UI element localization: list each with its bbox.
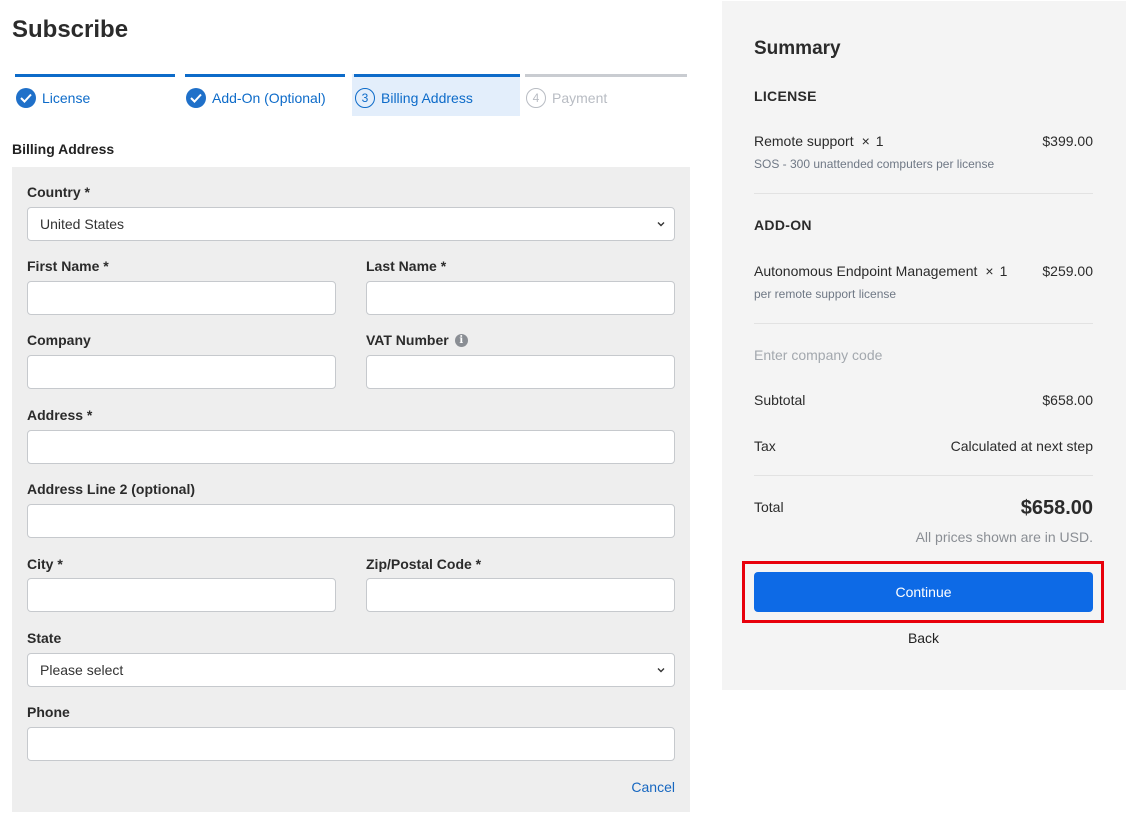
company-field[interactable] — [27, 355, 336, 389]
license-item-qty: 1 — [875, 133, 884, 149]
checkmark-icon — [186, 88, 206, 108]
summary-title: Summary — [754, 38, 841, 59]
step-add-on[interactable]: Add-On (Optional) — [183, 74, 345, 116]
company-label: Company — [27, 332, 91, 348]
add-on-item-price: $259.00 — [1042, 263, 1093, 279]
add-on-item-description: per remote support license — [754, 287, 897, 301]
step-label: Payment — [552, 90, 608, 106]
phone-label: Phone — [27, 704, 70, 720]
step-bar — [354, 74, 520, 77]
country-select[interactable]: United States — [27, 207, 675, 241]
country-label: Country * — [27, 184, 90, 200]
step-billing-address[interactable]: 3 Billing Address — [352, 74, 520, 116]
license-item-description: SOS - 300 unattended computers per licen… — [754, 157, 995, 171]
cancel-link[interactable]: Cancel — [631, 779, 675, 795]
subtotal-label: Subtotal — [754, 392, 806, 408]
step-bar — [15, 74, 175, 77]
checkmark-icon — [16, 88, 36, 108]
state-label: State — [27, 630, 62, 646]
add-on-item-qty: 1 — [999, 263, 1008, 279]
zip-label: Zip/Postal Code * — [366, 556, 482, 572]
address-label: Address * — [27, 407, 93, 423]
state-value: Please select — [40, 662, 124, 678]
order-summary: Summary LICENSE Remote support × 1 $399.00… — [722, 1, 1126, 690]
step-bar — [185, 74, 345, 77]
license-heading: LICENSE — [754, 88, 817, 104]
add-on-item: Autonomous Endpoint Management × 1 — [754, 263, 1007, 279]
company-code-input[interactable] — [754, 347, 1054, 363]
tax-label: Tax — [754, 438, 776, 454]
times-sign: × — [861, 133, 870, 149]
billing-section-title: Billing Address — [12, 141, 115, 157]
vat-number-label: VAT Number — [366, 332, 449, 348]
total-label: Total — [754, 499, 784, 515]
chevron-down-icon — [657, 222, 665, 227]
zip-field[interactable] — [366, 578, 675, 612]
divider — [754, 193, 1093, 194]
add-on-item-name: Autonomous Endpoint Management — [754, 263, 978, 279]
first-name-label: First Name * — [27, 258, 109, 274]
city-field[interactable] — [27, 578, 336, 612]
license-item-name: Remote support — [754, 133, 854, 149]
back-link[interactable]: Back — [754, 630, 1093, 646]
address-line-2-label: Address Line 2 (optional) — [27, 481, 196, 497]
vat-number-label-group: VAT Number i — [366, 332, 468, 348]
address-line-2-field[interactable] — [27, 504, 675, 538]
times-sign: × — [985, 263, 994, 279]
add-on-heading: ADD-ON — [754, 217, 812, 233]
total-value: $658.00 — [1020, 497, 1093, 519]
last-name-label: Last Name * — [366, 258, 447, 274]
step-payment: 4 Payment — [523, 74, 687, 116]
divider — [754, 323, 1093, 324]
divider — [754, 475, 1093, 476]
step-label: Add-On (Optional) — [212, 90, 326, 106]
step-label: License — [42, 90, 91, 106]
step-label: Billing Address — [381, 90, 473, 106]
vat-number-field[interactable] — [366, 355, 675, 389]
step-number: 3 — [355, 88, 375, 108]
address-field[interactable] — [27, 430, 675, 464]
billing-form: Country * United States First Name * Las… — [12, 167, 690, 812]
tax-value: Calculated at next step — [950, 438, 1093, 454]
step-number: 4 — [526, 88, 546, 108]
step-license[interactable]: License — [13, 74, 175, 116]
chevron-down-icon — [657, 668, 665, 673]
license-item-price: $399.00 — [1042, 133, 1093, 149]
subtotal-value: $658.00 — [1042, 392, 1093, 408]
last-name-field[interactable] — [366, 281, 675, 315]
state-select[interactable]: Please select — [27, 653, 675, 687]
step-bar — [525, 74, 687, 77]
page-title: Subscribe — [12, 16, 129, 43]
license-item: Remote support × 1 — [754, 133, 884, 149]
country-value: United States — [40, 216, 125, 232]
currency-note: All prices shown are in USD. — [915, 529, 1093, 545]
info-icon[interactable]: i — [454, 333, 468, 347]
phone-field[interactable] — [27, 727, 675, 761]
first-name-field[interactable] — [27, 281, 336, 315]
city-label: City * — [27, 556, 63, 572]
continue-button[interactable]: Continue — [754, 572, 1093, 612]
